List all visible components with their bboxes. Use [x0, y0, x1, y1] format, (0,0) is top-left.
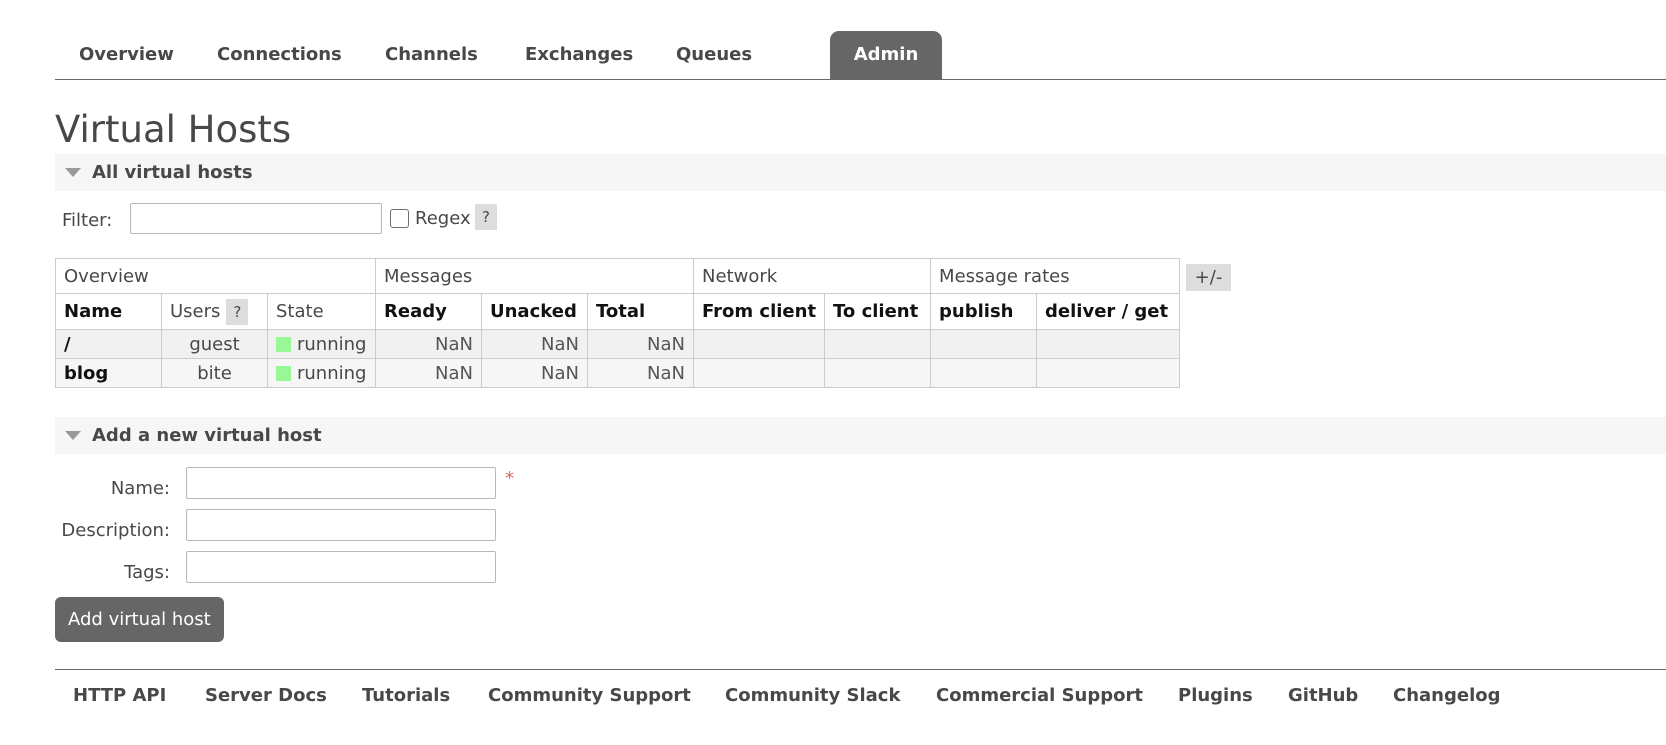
tab-admin[interactable]: Admin — [830, 31, 942, 79]
tab-overview[interactable]: Overview — [55, 31, 198, 79]
vhost-ready: NaN — [375, 329, 482, 359]
vhost-ready: NaN — [375, 358, 482, 388]
table-row[interactable]: / guest running NaN NaN NaN — [55, 329, 1181, 359]
footer-link-commercial-support[interactable]: Commercial Support — [936, 685, 1143, 706]
all-vhosts-section-title: All virtual hosts — [92, 162, 253, 183]
add-virtual-host-button[interactable]: Add virtual host — [55, 597, 224, 642]
main-nav-tabs: Overview Connections Channels Exchanges … — [55, 31, 1666, 80]
col-ready[interactable]: Ready — [375, 293, 482, 330]
add-vhost-section-title: Add a new virtual host — [92, 425, 322, 446]
vhost-total: NaN — [587, 329, 694, 359]
tags-label: Tags: — [124, 562, 170, 583]
col-publish[interactable]: publish — [930, 293, 1038, 330]
footer-link-plugins[interactable]: Plugins — [1178, 685, 1253, 706]
collapse-triangle-icon — [65, 431, 81, 440]
vhost-name-link[interactable]: blog — [55, 358, 162, 388]
vhost-users: bite — [161, 358, 268, 388]
col-users-label: Users — [170, 300, 221, 322]
filter-input[interactable] — [130, 203, 382, 234]
vhost-from-client — [692, 329, 826, 359]
footer-link-server-docs[interactable]: Server Docs — [205, 685, 327, 706]
footer-link-github[interactable]: GitHub — [1288, 685, 1358, 706]
footer-link-community-support[interactable]: Community Support — [488, 685, 691, 706]
table-column-header: Name Users? State Ready Unacked Total Fr… — [55, 293, 1181, 330]
regex-label: Regex — [415, 208, 471, 229]
table-group-header: Overview Messages Network Message rates — [55, 258, 1181, 294]
vhost-total: NaN — [587, 358, 694, 388]
vhost-unacked: NaN — [481, 329, 588, 359]
group-messages: Messages — [375, 258, 694, 294]
vhost-unacked: NaN — [481, 358, 588, 388]
vhost-description-input[interactable] — [186, 509, 496, 541]
vhost-to-client — [824, 329, 932, 359]
col-state[interactable]: State — [267, 293, 376, 330]
vhost-publish — [930, 329, 1038, 359]
footer-link-changelog[interactable]: Changelog — [1393, 685, 1501, 706]
vhost-deliver-get — [1036, 358, 1181, 388]
col-users[interactable]: Users? — [161, 293, 268, 330]
running-status-icon — [276, 365, 291, 381]
vhost-name-input[interactable] — [186, 467, 496, 499]
vhost-users: guest — [161, 329, 268, 359]
group-network: Network — [692, 258, 932, 294]
required-marker: * — [505, 468, 514, 489]
col-name[interactable]: Name — [55, 293, 162, 330]
columns-toggle-button[interactable]: +/- — [1186, 264, 1231, 291]
users-help-icon[interactable]: ? — [226, 298, 249, 325]
tab-connections[interactable]: Connections — [193, 31, 366, 79]
col-total[interactable]: Total — [587, 293, 694, 330]
vhost-deliver-get — [1036, 329, 1181, 359]
col-to-client[interactable]: To client — [824, 293, 932, 330]
vhost-publish — [930, 358, 1038, 388]
all-vhosts-section-header[interactable]: All virtual hosts — [55, 154, 1666, 191]
vhost-tags-input[interactable] — [186, 551, 496, 583]
footer-link-http-api[interactable]: HTTP API — [73, 685, 166, 706]
running-status-icon — [276, 336, 291, 352]
group-overview: Overview — [55, 258, 376, 294]
table-row[interactable]: blog bite running NaN NaN NaN — [55, 358, 1181, 388]
collapse-triangle-icon — [65, 168, 81, 177]
description-label: Description: — [61, 520, 170, 541]
footer-link-tutorials[interactable]: Tutorials — [362, 685, 450, 706]
page-title: Virtual Hosts — [55, 108, 292, 151]
footer: HTTP API Server Docs Tutorials Community… — [55, 669, 1666, 720]
tab-exchanges[interactable]: Exchanges — [501, 31, 657, 79]
tab-channels[interactable]: Channels — [361, 31, 502, 79]
vhosts-table: Overview Messages Network Message rates … — [55, 258, 1181, 388]
group-message-rates: Message rates — [930, 258, 1181, 294]
vhost-from-client — [692, 358, 826, 388]
footer-link-community-slack[interactable]: Community Slack — [725, 685, 900, 706]
regex-help-icon[interactable]: ? — [475, 204, 497, 230]
vhost-to-client — [824, 358, 932, 388]
regex-checkbox[interactable] — [390, 209, 409, 228]
vhost-state-label: running — [297, 333, 367, 355]
col-from-client[interactable]: From client — [692, 293, 826, 330]
filter-label: Filter: — [62, 210, 113, 231]
vhost-state: running — [267, 358, 376, 388]
col-deliver-get[interactable]: deliver / get — [1036, 293, 1181, 330]
vhost-state: running — [267, 329, 376, 359]
name-label: Name: — [110, 478, 170, 499]
tab-queues[interactable]: Queues — [652, 31, 776, 79]
col-unacked[interactable]: Unacked — [481, 293, 588, 330]
vhost-name-link[interactable]: / — [55, 329, 162, 359]
vhost-state-label: running — [297, 362, 367, 384]
add-vhost-section-header[interactable]: Add a new virtual host — [55, 417, 1666, 454]
